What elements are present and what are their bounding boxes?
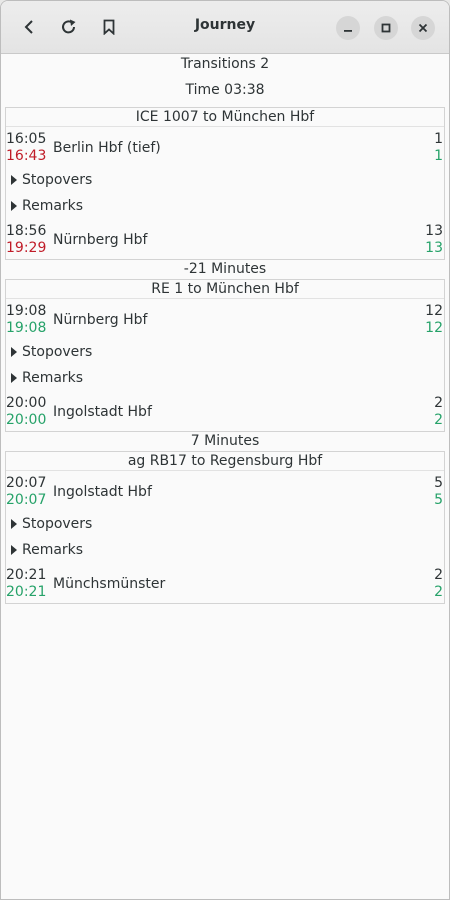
leg-card: ag RB17 to Regensburg Hbf 20:07 20:07 In… — [5, 451, 445, 604]
time-label: Time 03:38 — [185, 82, 265, 98]
leg-title: RE 1 to München Hbf — [6, 280, 444, 299]
header-bar: Journey — [1, 1, 449, 54]
station-name: Berlin Hbf (tief) — [53, 140, 161, 156]
actual-time: 20:21 — [6, 584, 47, 600]
transfer-time: -21 Minutes — [183, 261, 267, 277]
expand-arrow-icon — [11, 201, 17, 211]
station-name: Ingolstadt Hbf — [53, 484, 152, 500]
departure-stop: 16:05 16:43 Berlin Hbf (tief) 1 1 — [6, 127, 444, 167]
actual-platform: 12 — [425, 320, 443, 336]
remarks-label: Remarks — [22, 198, 84, 214]
planned-time: 20:07 — [6, 475, 47, 491]
transitions-label: Transitions 2 — [180, 56, 270, 72]
arrival-stop: 20:21 20:21 Münchsmünster 2 2 — [6, 563, 444, 603]
station-name: Münchsmünster — [53, 576, 166, 592]
planned-platform: 2 — [434, 567, 443, 583]
station-name: Nürnberg Hbf — [53, 232, 148, 248]
planned-platform: 12 — [425, 303, 443, 319]
leg-card: ICE 1007 to München Hbf 16:05 16:43 Berl… — [5, 107, 445, 260]
expand-arrow-icon — [11, 519, 17, 529]
actual-platform: 2 — [434, 584, 443, 600]
close-button[interactable] — [411, 16, 435, 40]
stopovers-label: Stopovers — [22, 344, 93, 360]
minimize-icon — [344, 30, 352, 32]
close-icon — [418, 23, 428, 33]
stopovers-expander[interactable]: Stopovers — [6, 167, 444, 193]
actual-platform: 13 — [425, 240, 443, 256]
planned-platform: 1 — [434, 131, 443, 147]
departure-stop: 19:08 19:08 Nürnberg Hbf 12 12 — [6, 299, 444, 339]
planned-time: 16:05 — [6, 131, 47, 147]
planned-platform: 5 — [434, 475, 443, 491]
remarks-expander[interactable]: Remarks — [6, 537, 444, 563]
expand-arrow-icon — [11, 175, 17, 185]
transfer-time: 7 Minutes — [190, 433, 260, 449]
planned-platform: 2 — [434, 395, 443, 411]
planned-time: 20:00 — [6, 395, 47, 411]
app-window: Journey Transitions 2 Time 03:38 ICE 100… — [0, 0, 450, 900]
departure-stop: 20:07 20:07 Ingolstadt Hbf 5 5 — [6, 471, 444, 511]
remarks-label: Remarks — [22, 370, 84, 386]
planned-platform: 13 — [425, 223, 443, 239]
arrival-stop: 18:56 19:29 Nürnberg Hbf 13 13 — [6, 219, 444, 259]
remarks-expander[interactable]: Remarks — [6, 193, 444, 219]
leg-title: ICE 1007 to München Hbf — [6, 108, 444, 127]
actual-time: 19:08 — [6, 320, 47, 336]
actual-time: 19:29 — [6, 240, 47, 256]
remarks-expander[interactable]: Remarks — [6, 365, 444, 391]
leg-card: RE 1 to München Hbf 19:08 19:08 Nürnberg… — [5, 279, 445, 432]
maximize-icon — [381, 23, 391, 33]
actual-time: 20:07 — [6, 492, 47, 508]
planned-time: 18:56 — [6, 223, 47, 239]
expand-arrow-icon — [11, 545, 17, 555]
expand-arrow-icon — [11, 347, 17, 357]
station-name: Nürnberg Hbf — [53, 312, 148, 328]
stopovers-label: Stopovers — [22, 516, 93, 532]
stopovers-expander[interactable]: Stopovers — [6, 339, 444, 365]
station-name: Ingolstadt Hbf — [53, 404, 152, 420]
actual-platform: 2 — [434, 412, 443, 428]
planned-time: 20:21 — [6, 567, 47, 583]
actual-platform: 5 — [434, 492, 443, 508]
planned-time: 19:08 — [6, 303, 47, 319]
expand-arrow-icon — [11, 373, 17, 383]
minimize-button[interactable] — [336, 16, 360, 40]
stopovers-expander[interactable]: Stopovers — [6, 511, 444, 537]
maximize-button[interactable] — [374, 16, 398, 40]
arrival-stop: 20:00 20:00 Ingolstadt Hbf 2 2 — [6, 391, 444, 431]
journey-content: Transitions 2 Time 03:38 ICE 1007 to Mün… — [1, 54, 449, 604]
actual-time: 16:43 — [6, 148, 47, 164]
remarks-label: Remarks — [22, 542, 84, 558]
actual-platform: 1 — [434, 148, 443, 164]
stopovers-label: Stopovers — [22, 172, 93, 188]
leg-title: ag RB17 to Regensburg Hbf — [6, 452, 444, 471]
actual-time: 20:00 — [6, 412, 47, 428]
